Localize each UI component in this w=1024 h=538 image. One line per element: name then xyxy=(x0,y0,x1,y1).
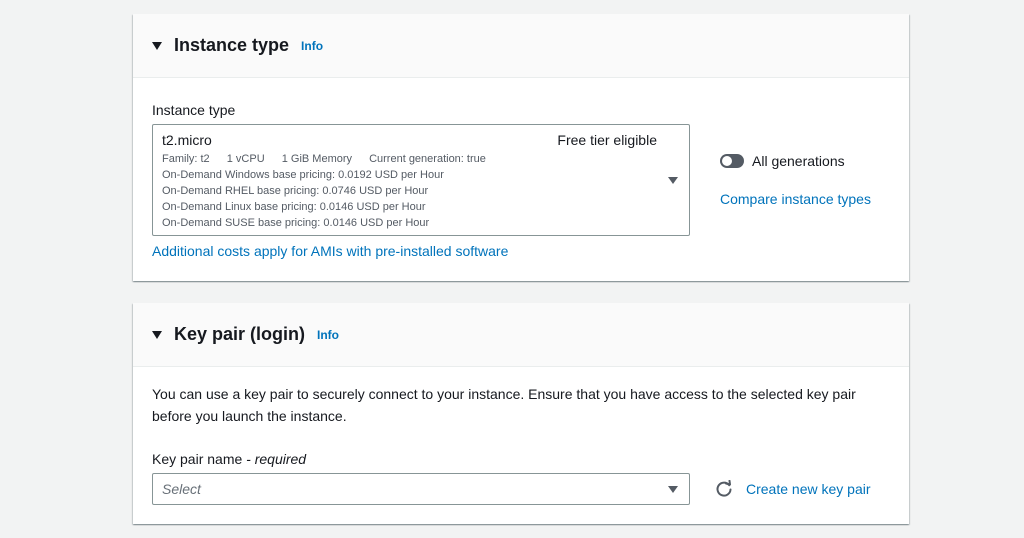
toggle-knob xyxy=(722,156,732,166)
compare-instance-types-link[interactable]: Compare instance types xyxy=(720,191,871,207)
dropdown-caret-icon[interactable] xyxy=(668,177,678,184)
instance-type-title: Instance type xyxy=(174,35,290,55)
caret-down-icon[interactable] xyxy=(152,330,162,339)
key-pair-title: Key pair (login) xyxy=(174,324,306,344)
spec-family: Family: t2 xyxy=(162,153,210,165)
pricing-suse: On-Demand SUSE base pricing: 0.0146 USD … xyxy=(162,217,430,229)
all-generations-label: All generations xyxy=(752,153,845,169)
instance-specs: Family: t2 1 vCPU 1 GiB Memory Current g… xyxy=(162,153,500,165)
instance-type-label: Instance type xyxy=(152,102,236,118)
free-tier-badge: Free tier eligible xyxy=(557,132,657,148)
instance-type-name: t2.micro xyxy=(162,132,212,148)
additional-costs-link[interactable]: Additional costs apply for AMIs with pre… xyxy=(152,243,508,259)
key-pair-name-label: Key pair name - required xyxy=(152,451,306,467)
required-indicator: - required xyxy=(246,451,307,467)
pricing-linux: On-Demand Linux base pricing: 0.0146 USD… xyxy=(162,201,426,213)
spec-vcpu: 1 vCPU xyxy=(226,153,265,165)
key-pair-description: You can use a key pair to securely conne… xyxy=(152,386,856,424)
create-key-pair-link[interactable]: Create new key pair xyxy=(746,481,871,497)
key-pair-name-text: Key pair name xyxy=(152,451,243,467)
spec-memory: 1 GiB Memory xyxy=(281,153,353,165)
key-pair-panel: Key pair (login) Info You can use a key … xyxy=(133,303,909,524)
pricing-windows: On-Demand Windows base pricing: 0.0192 U… xyxy=(162,169,444,181)
spec-generation: Current generation: true xyxy=(369,153,486,165)
instance-type-panel: Instance type Info Instance type t2.micr… xyxy=(133,14,909,281)
instance-type-select[interactable]: t2.micro Free tier eligible Family: t2 1… xyxy=(152,124,690,236)
key-pair-select[interactable]: Select xyxy=(152,473,690,505)
all-generations-toggle[interactable] xyxy=(720,154,744,168)
refresh-icon[interactable] xyxy=(715,480,733,498)
instance-type-info-link[interactable]: Info xyxy=(301,39,323,53)
key-pair-placeholder: Select xyxy=(162,481,201,497)
dropdown-caret-icon[interactable] xyxy=(668,486,678,493)
key-pair-info-link[interactable]: Info xyxy=(317,328,339,342)
key-pair-header[interactable]: Key pair (login) Info xyxy=(133,303,909,367)
pricing-rhel: On-Demand RHEL base pricing: 0.0746 USD … xyxy=(162,185,429,197)
instance-type-header[interactable]: Instance type Info xyxy=(133,14,909,78)
caret-down-icon[interactable] xyxy=(152,41,162,50)
